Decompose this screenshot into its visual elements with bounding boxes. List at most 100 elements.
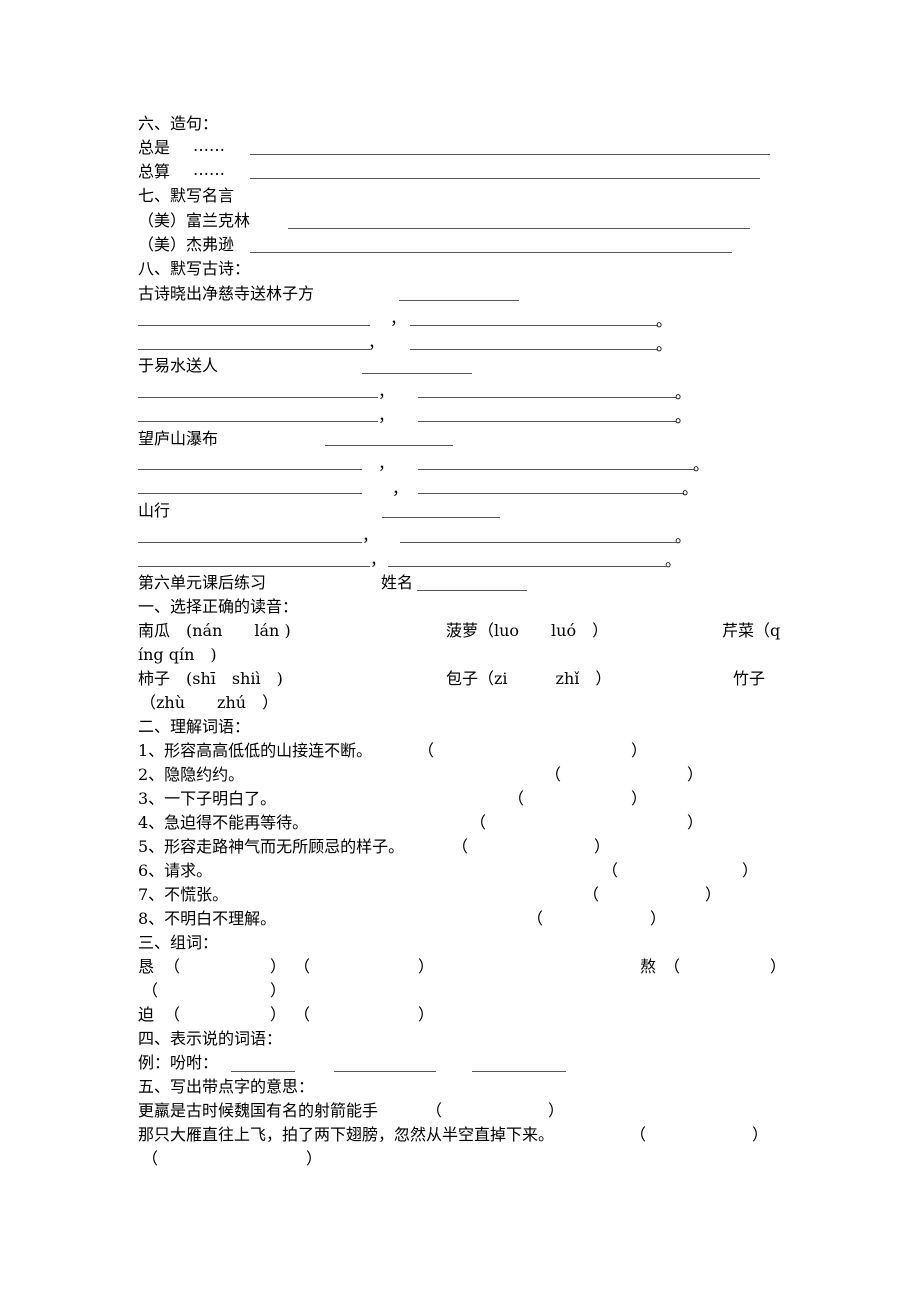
period: 。 — [693, 455, 710, 474]
poem-line-blank[interactable] — [418, 397, 676, 398]
period: 。 — [665, 551, 682, 570]
poem-line-blank[interactable] — [410, 325, 658, 326]
q4-heading: 四、表示说的词语： — [138, 1029, 283, 1048]
answer-close-paren: ） — [770, 957, 787, 976]
poem-line-blank[interactable] — [418, 421, 676, 422]
poem-line-blank[interactable] — [138, 349, 370, 350]
answer-close-paren: ） — [418, 957, 435, 976]
poem-title-4: 山行 — [138, 501, 171, 520]
answer-open-paren: （ — [164, 1005, 181, 1024]
poem-line-blank[interactable] — [418, 493, 684, 494]
quote-author-1: （美）富兰克林 — [138, 211, 251, 230]
answer-open-paren: （ — [294, 957, 311, 976]
definition-item-1: 1、形容高高低低的山接连不断。 — [138, 741, 373, 760]
sentence-word-2: 总算 — [138, 162, 171, 181]
answer-open-paren: （ — [527, 909, 544, 928]
poem-line-blank[interactable] — [410, 349, 658, 350]
word-char-ken: 恳 — [138, 957, 155, 976]
pinyin-item-boluo: 菠萝（luo luó ） — [446, 621, 609, 640]
poem-line-blank[interactable] — [138, 493, 362, 494]
q5-heading: 五、写出带点字的意思： — [138, 1077, 315, 1096]
poem-line-blank[interactable] — [138, 421, 378, 422]
comma: ， — [378, 382, 395, 401]
name-blank[interactable] — [417, 590, 527, 591]
answer-open-paren: （ — [426, 1101, 443, 1120]
comma: ， — [370, 550, 387, 569]
poem-author-blank-2[interactable] — [362, 373, 472, 374]
poem-line-blank[interactable] — [400, 542, 676, 543]
say-word-blank[interactable] — [334, 1071, 436, 1072]
answer-open-paren: （ — [470, 813, 487, 832]
q3-heading: 三、组词： — [138, 933, 219, 952]
period: 。 — [656, 311, 673, 330]
comma: ， — [392, 479, 409, 498]
answer-close-paren: ） — [594, 837, 611, 856]
say-word-blank[interactable] — [472, 1071, 566, 1072]
poem-title-2: 于易水送人 — [138, 356, 219, 375]
answer-close-paren: ） — [631, 789, 648, 808]
definition-item-7: 7、不慌张。 — [138, 885, 229, 904]
poem-author-blank-3[interactable] — [325, 445, 453, 446]
answer-open-paren: （ — [508, 789, 525, 808]
comma: ， — [362, 526, 379, 545]
poem-line-blank[interactable] — [138, 566, 370, 567]
word-char-ao: 熬 — [640, 957, 657, 976]
answer-close-paren: ） — [306, 1149, 323, 1168]
poem-author-blank-1[interactable] — [399, 300, 519, 301]
pinyin-item-qincai: 芹菜（q — [722, 621, 781, 640]
meaning-item-2: 那只大雁直往上飞，拍了两下翅膀，忽然从半空直掉下来。 — [138, 1125, 555, 1144]
section-8-heading: 八、默写古诗： — [138, 259, 251, 278]
definition-item-5: 5、形容走路神气而无所顾忌的样子。 — [138, 837, 405, 856]
answer-open-paren: （ — [602, 861, 619, 880]
sentence-dots-1: …… — [193, 136, 225, 155]
poem-line-blank[interactable] — [418, 469, 694, 470]
definition-item-4: 4、急迫得不能再等待。 — [138, 813, 309, 832]
answer-close-paren: ） — [270, 981, 287, 1000]
answer-close-paren: ） — [752, 1125, 769, 1144]
pinyin-item-nangua: 南瓜 (nán lán ) — [138, 621, 291, 640]
period: 。 — [682, 479, 699, 498]
period: 。 — [675, 407, 692, 426]
definition-item-2: 2、隐隐约约。 — [138, 765, 245, 784]
poem-line-blank[interactable] — [388, 566, 666, 567]
answer-open-paren: （ — [294, 1005, 311, 1024]
answer-open-paren: （ — [142, 1149, 159, 1168]
poem-author-blank-4[interactable] — [382, 517, 500, 518]
sentence-blank-2[interactable] — [250, 178, 760, 179]
pinyin-item-baozi: 包子（zi zhǐ ） — [446, 669, 612, 688]
answer-open-paren: （ — [142, 981, 159, 1000]
answer-close-paren: ） — [270, 957, 287, 976]
answer-open-paren: （ — [545, 765, 562, 784]
pinyin-item-shizi: 柿子 (shī shiì ) — [138, 669, 283, 688]
comma: ， — [378, 406, 395, 425]
section-7-heading: 七、默写名言 — [138, 186, 235, 205]
answer-open-paren: （ — [664, 957, 681, 976]
poem-line-blank[interactable] — [138, 542, 362, 543]
answer-close-paren: ） — [687, 813, 704, 832]
answer-open-paren: （ — [452, 837, 469, 856]
poem-line-blank[interactable] — [138, 325, 370, 326]
sentence-dots-2: …… — [193, 160, 225, 179]
poem-title-3: 望庐山瀑布 — [138, 429, 219, 448]
unit-title: 第六单元课后练习 — [138, 573, 267, 592]
answer-open-paren: （ — [418, 741, 435, 760]
answer-close-paren: ） — [650, 909, 667, 928]
answer-close-paren: ） — [548, 1101, 565, 1120]
sentence-word-1: 总是 — [138, 138, 171, 157]
answer-open-paren: （ — [164, 957, 181, 976]
quote-blank-2[interactable] — [250, 252, 732, 253]
say-word-blank[interactable] — [231, 1071, 295, 1072]
poem-line-blank[interactable] — [138, 397, 378, 398]
comma: ， — [368, 333, 385, 352]
answer-close-paren: ） — [742, 861, 759, 880]
comma: ， — [390, 309, 407, 328]
sentence-blank-1[interactable] — [250, 154, 770, 155]
definition-item-8: 8、不明白不理解。 — [138, 909, 277, 928]
poem-title-1: 古诗晓出净慈寺送林子方 — [138, 284, 315, 303]
definition-item-3: 3、一下子明白了。 — [138, 789, 277, 808]
poem-line-blank[interactable] — [138, 469, 362, 470]
pinyin-item-qincai-cont: íng qín ) — [138, 645, 217, 664]
quote-blank-1[interactable] — [288, 228, 750, 229]
pinyin-item-zhuzi: 竹子 — [733, 669, 766, 688]
answer-close-paren: ） — [705, 885, 722, 904]
